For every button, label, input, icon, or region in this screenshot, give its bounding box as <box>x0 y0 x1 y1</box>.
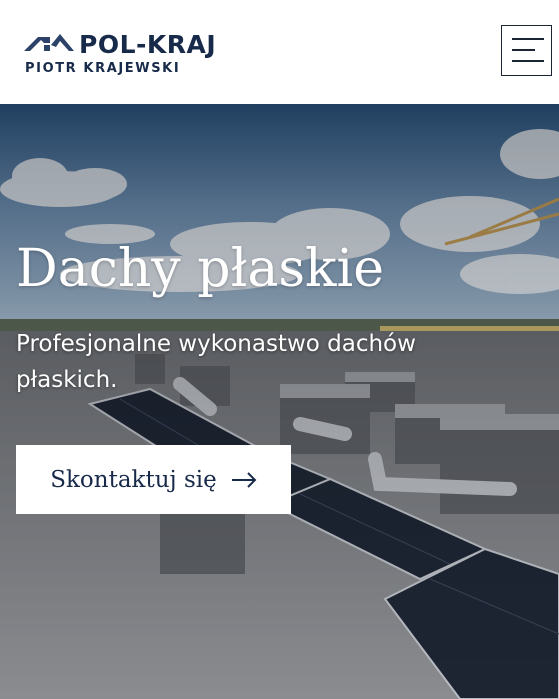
company-logo[interactable]: POL-KRAJ PIOTR KRAJEWSKI <box>24 30 224 80</box>
hero-background-photo <box>0 104 559 699</box>
arrow-right-icon <box>231 471 257 488</box>
hero-subtitle: Profesjonalne wykonastwo dachów płaskich… <box>16 331 416 393</box>
logo-company-name: POL-KRAJ <box>79 30 217 59</box>
contact-button-label: Skontaktuj się <box>50 466 217 493</box>
site-header: POL-KRAJ PIOTR KRAJEWSKI <box>0 0 559 104</box>
menu-button[interactable] <box>501 25 552 76</box>
contact-button[interactable]: Skontaktuj się <box>16 445 291 514</box>
logo-tagline: PIOTR KRAJEWSKI <box>25 61 181 76</box>
hero-section: Dachy płaskie Profesjonalne wykonastwo d… <box>0 104 559 699</box>
hero-title: Dachy płaskie <box>16 239 384 299</box>
roof-logo-icon <box>24 34 74 51</box>
